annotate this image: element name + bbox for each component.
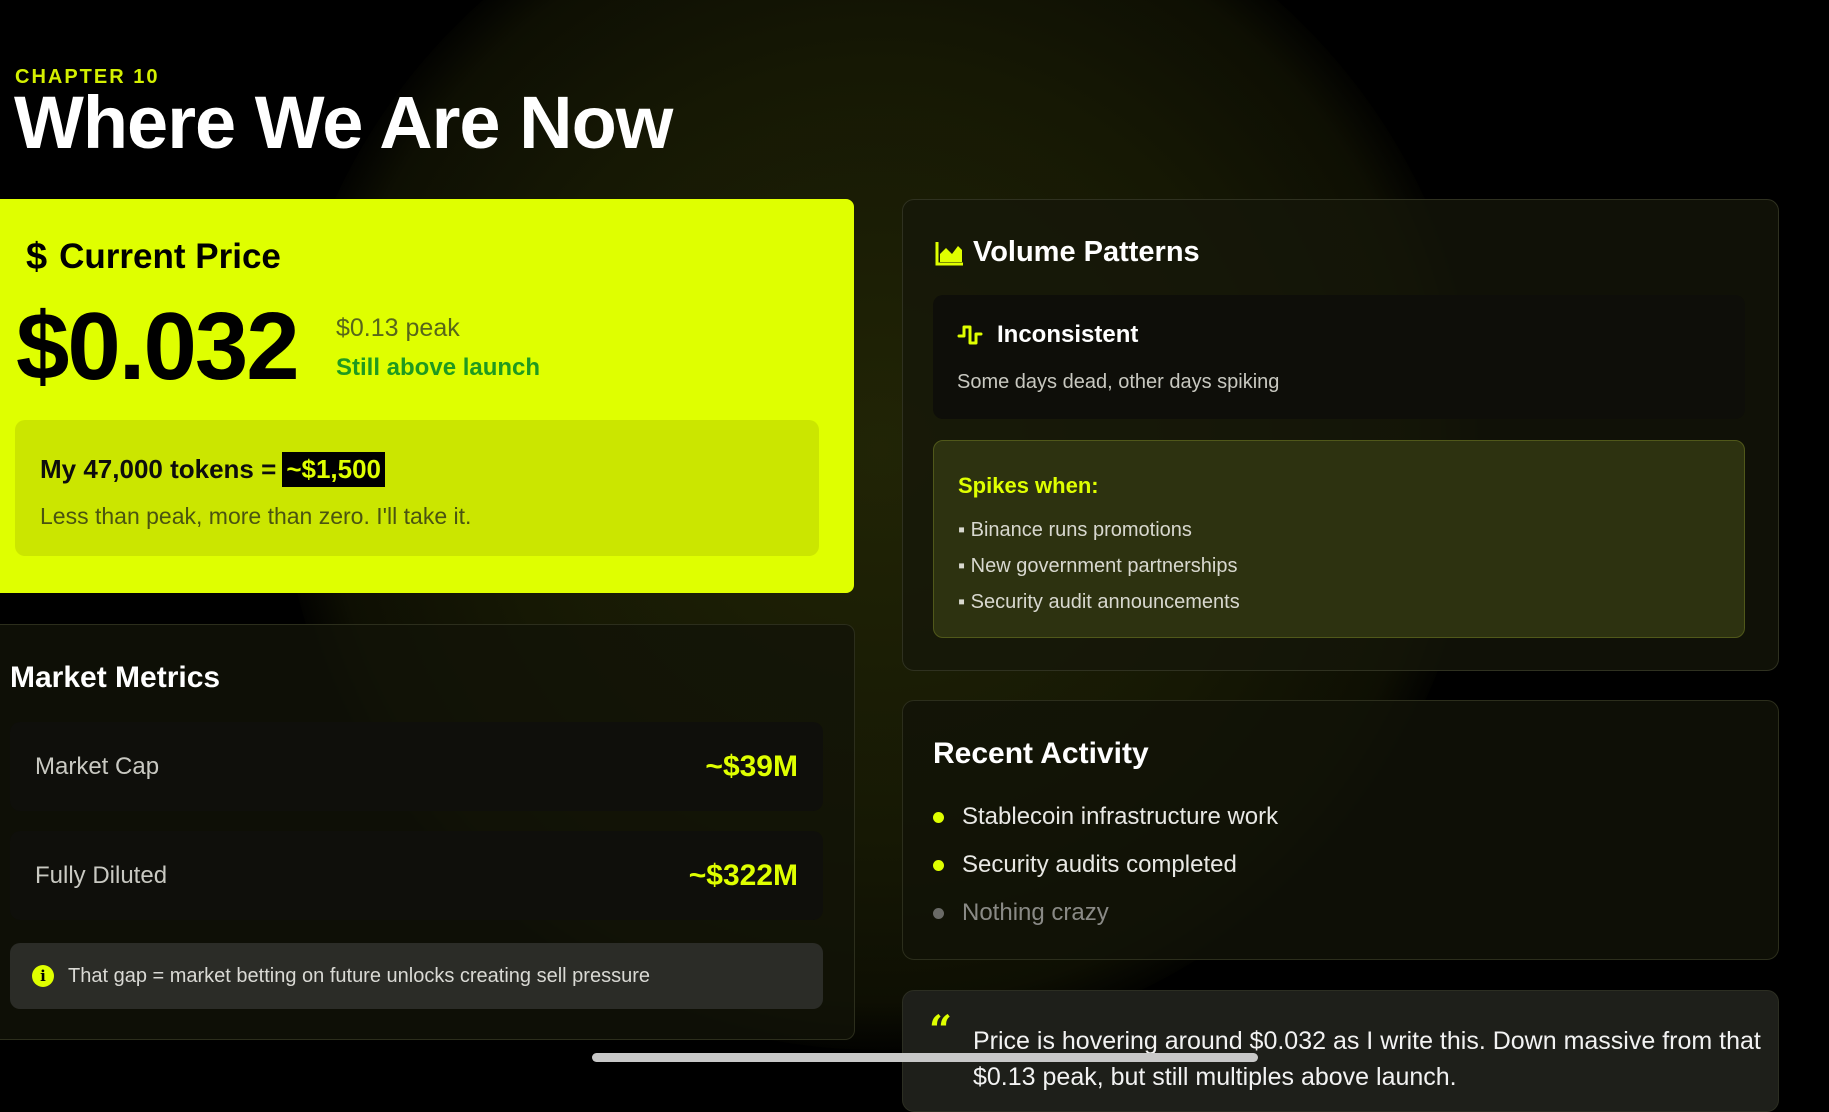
market-metrics-title: Market Metrics <box>10 661 221 694</box>
spikes-title: Spikes when: <box>958 473 1099 498</box>
metric-value: ~$322M <box>688 858 798 892</box>
bullet-dot-icon <box>933 859 944 871</box>
current-price-value: $0.032 <box>16 293 300 400</box>
metric-row-market-cap: Market Cap ~$39M <box>10 722 823 811</box>
quote-card: “ Price is hovering around $0.032 as I w… <box>902 990 1779 1112</box>
recent-activity-title: Recent Activity <box>933 737 1149 770</box>
bullet-dot-icon <box>933 811 944 823</box>
metric-row-fully-diluted: Fully Diluted ~$322M <box>10 831 823 920</box>
dollar-icon: $ <box>26 236 48 278</box>
metrics-note-text: That gap = market betting on future unlo… <box>68 964 650 987</box>
quote-icon: “ <box>929 1007 953 1054</box>
list-item: ▪ New government partnerships <box>958 555 1238 577</box>
price-status: Still above launch <box>336 354 541 381</box>
metrics-note: i That gap = market betting on future un… <box>10 943 823 1009</box>
inconsistent-title: Inconsistent <box>997 321 1139 348</box>
activity-text: Nothing crazy <box>962 899 1109 926</box>
recent-activity-card: Recent Activity Stablecoin infrastructur… <box>902 700 1779 960</box>
peak-price: $0.13 peak <box>336 314 460 342</box>
tokens-line: My 47,000 tokens = ~$1,500 <box>40 452 386 487</box>
metric-label: Fully Diluted <box>35 861 168 889</box>
page-title: Where We Are Now <box>14 81 673 164</box>
current-price-heading: $ Current Price <box>26 237 281 277</box>
market-metrics-card: Market Metrics Market Cap ~$39M Fully Di… <box>0 624 855 1040</box>
activity-text: Stablecoin infrastructure work <box>962 803 1279 830</box>
list-item: Nothing crazy <box>933 899 1109 927</box>
tokens-value: ~$1,500 <box>282 452 386 487</box>
tokens-label: My 47,000 tokens = <box>40 454 277 484</box>
info-icon: i <box>32 965 54 987</box>
current-price-title: Current Price <box>59 237 281 276</box>
bullet-dot-icon <box>933 907 944 919</box>
area-chart-icon <box>935 241 963 265</box>
volume-patterns-heading: Volume Patterns <box>935 236 1200 269</box>
tokens-subtext: Less than peak, more than zero. I'll tak… <box>40 503 472 529</box>
inconsistent-box: Inconsistent Some days dead, other days … <box>933 295 1745 419</box>
metric-value: ~$39M <box>705 749 798 783</box>
list-item: Stablecoin infrastructure work <box>933 803 1278 831</box>
step-wave-icon <box>957 325 983 345</box>
list-item: ▪ Security audit announcements <box>958 591 1240 613</box>
list-item: ▪ Binance runs promotions <box>958 519 1192 541</box>
horizontal-scrollbar[interactable] <box>592 1053 1258 1062</box>
inconsistent-subtext: Some days dead, other days spiking <box>957 371 1280 393</box>
metric-label: Market Cap <box>35 752 160 780</box>
volume-patterns-card: Volume Patterns Inconsistent Some days d… <box>902 199 1779 671</box>
activity-text: Security audits completed <box>962 851 1237 878</box>
inconsistent-heading: Inconsistent <box>957 321 1138 349</box>
tokens-summary: My 47,000 tokens = ~$1,500 Less than pea… <box>15 420 819 556</box>
list-item: Security audits completed <box>933 851 1237 879</box>
current-price-card: $ Current Price $0.032 $0.13 peak Still … <box>0 199 854 593</box>
volume-patterns-title: Volume Patterns <box>973 236 1200 268</box>
spikes-box: Spikes when: ▪ Binance runs promotions ▪… <box>933 440 1745 638</box>
